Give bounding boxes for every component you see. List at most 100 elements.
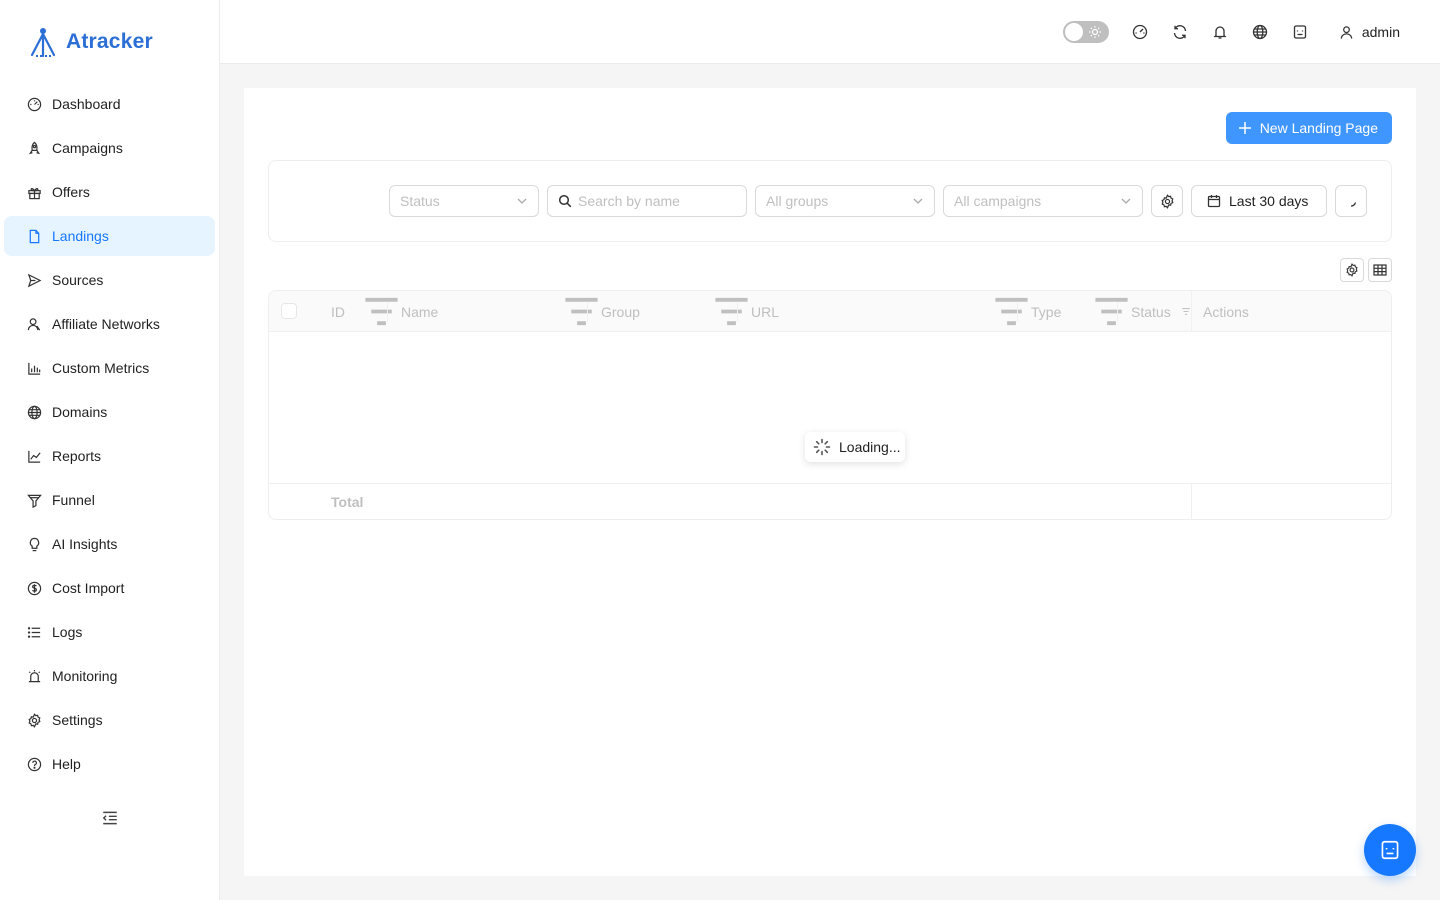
sidebar-item-landings[interactable]: Landings <box>4 216 215 256</box>
filter-settings-button[interactable] <box>1151 185 1183 217</box>
filter-icon[interactable] <box>711 291 752 332</box>
header-actions: admin <box>1062 20 1400 44</box>
column-divider <box>1191 484 1192 519</box>
robot-icon[interactable] <box>1291 23 1309 41</box>
sidebar-item-label: Landings <box>52 228 109 244</box>
logo-icon <box>30 28 56 58</box>
status-select[interactable]: Status <box>389 185 539 217</box>
column-header-group[interactable]: Group <box>601 291 640 332</box>
refresh-icon[interactable] <box>1171 23 1189 41</box>
theme-toggle[interactable] <box>1062 21 1109 43</box>
settings-icon <box>1346 263 1358 277</box>
campaigns-placeholder: All campaigns <box>954 193 1042 209</box>
sidebar-item-label: Cost Import <box>52 580 125 596</box>
filter-icon[interactable] <box>991 291 1032 332</box>
campaigns-select[interactable]: All campaigns <box>943 185 1143 217</box>
column-label: Name <box>401 303 439 320</box>
sidebar-item-label: Dashboard <box>52 96 121 112</box>
new-landing-page-button[interactable]: New Landing Page <box>1225 112 1392 144</box>
sidebar-item-funnel[interactable]: Funnel <box>4 480 215 520</box>
filter-bar: Status Search by name All groups All cam… <box>268 160 1392 242</box>
column-label: Actions <box>1203 303 1249 320</box>
loading-indicator: Loading... <box>805 432 905 462</box>
sidebar-item-offers[interactable]: Offers <box>4 172 215 212</box>
sidebar-item-monitoring[interactable]: Monitoring <box>4 656 215 696</box>
spinner-icon <box>813 438 831 456</box>
column-divider <box>1191 291 1192 332</box>
table-view-button[interactable] <box>1368 258 1392 282</box>
filter-icon[interactable] <box>361 291 402 332</box>
column-divider <box>1017 302 1018 322</box>
sidebar-item-logs[interactable]: Logs <box>4 612 215 652</box>
filter-icon[interactable] <box>561 291 602 332</box>
column-divider <box>387 302 388 322</box>
sidebar-item-custom-metrics[interactable]: Custom Metrics <box>4 348 215 388</box>
search-input[interactable]: Search by name <box>547 185 747 217</box>
filter-icon[interactable] <box>1181 291 1191 332</box>
sidebar-item-domains[interactable]: Domains <box>4 392 215 432</box>
sidebar-item-affiliate-networks[interactable]: Affiliate Networks <box>4 304 215 344</box>
column-divider <box>1117 302 1118 322</box>
select-all-checkbox[interactable] <box>281 303 297 319</box>
dashboard-gauge-icon[interactable] <box>1131 23 1149 41</box>
sidebar-item-settings[interactable]: Settings <box>4 700 215 740</box>
chevron-down-icon <box>913 198 923 204</box>
groups-select[interactable]: All groups <box>755 185 935 217</box>
sidebar-item-label: Monitoring <box>52 668 118 684</box>
plus-icon <box>1238 122 1251 134</box>
column-label: ID <box>331 303 345 320</box>
app-logo[interactable]: Atracker <box>26 26 153 58</box>
collapse-sidebar-icon[interactable] <box>101 809 119 827</box>
sidebar-item-label: AI Insights <box>52 536 118 552</box>
ai-assistant-button[interactable] <box>1364 824 1416 876</box>
sidebar-item-ai-insights[interactable]: AI Insights <box>4 524 215 564</box>
table-footer: Total <box>269 483 1391 519</box>
sidebar-item-label: Funnel <box>52 492 95 508</box>
sidebar: Atracker Dashboard Campaigns Offers Land… <box>0 0 220 900</box>
column-header-name[interactable]: Name <box>401 291 438 332</box>
sidebar-item-help[interactable]: Help <box>4 744 215 784</box>
settings-icon <box>1160 193 1174 209</box>
sidebar-item-reports[interactable]: Reports <box>4 436 215 476</box>
column-settings-button[interactable] <box>1340 258 1364 282</box>
column-label: URL <box>751 303 780 320</box>
rocket-icon <box>26 140 42 156</box>
search-icon <box>558 194 572 208</box>
sidebar-item-label: Logs <box>52 624 83 640</box>
filter-icon[interactable] <box>1091 291 1132 332</box>
gift-icon <box>26 184 42 200</box>
loading-text: Loading... <box>839 439 901 455</box>
user-menu[interactable]: admin <box>1339 24 1400 40</box>
sidebar-item-label: Offers <box>52 184 90 200</box>
sidebar-item-cost-import[interactable]: Cost Import <box>4 568 215 608</box>
list-icon <box>26 624 42 640</box>
date-range-picker[interactable]: Last 30 days <box>1191 185 1327 217</box>
sidebar-item-label: Campaigns <box>52 140 123 156</box>
landings-table: ID Name Group URL Type Status Actions Lo… <box>268 290 1392 520</box>
column-header-actions: Actions <box>1203 291 1249 332</box>
status-placeholder: Status <box>400 193 440 209</box>
column-header-id[interactable]: ID <box>331 291 345 332</box>
refresh-loading-button[interactable] <box>1335 185 1367 217</box>
sun-icon <box>1088 26 1101 38</box>
table-body: Loading... <box>269 332 1391 483</box>
sidebar-item-label: Reports <box>52 448 102 464</box>
column-header-url[interactable]: URL <box>751 291 779 332</box>
sidebar-item-campaigns[interactable]: Campaigns <box>4 128 215 168</box>
toggle-knob <box>1064 23 1083 41</box>
user-icon <box>1340 25 1353 39</box>
dashboard-icon <box>26 96 42 112</box>
sidebar-item-dashboard[interactable]: Dashboard <box>4 84 215 124</box>
column-header-type[interactable]: Type <box>1031 291 1061 332</box>
column-header-status[interactable]: Status <box>1131 291 1171 332</box>
new-landing-page-label: New Landing Page <box>1259 120 1378 136</box>
sidebar-item-sources[interactable]: Sources <box>4 260 215 300</box>
bell-icon[interactable] <box>1211 23 1229 41</box>
robot-icon <box>1381 840 1399 860</box>
globe-icon[interactable] <box>1251 23 1269 41</box>
sidebar-item-label: Domains <box>52 404 108 420</box>
column-label: Type <box>1031 303 1062 320</box>
search-placeholder: Search by name <box>578 193 680 209</box>
column-label: Group <box>601 303 640 320</box>
settings-icon <box>26 712 42 728</box>
